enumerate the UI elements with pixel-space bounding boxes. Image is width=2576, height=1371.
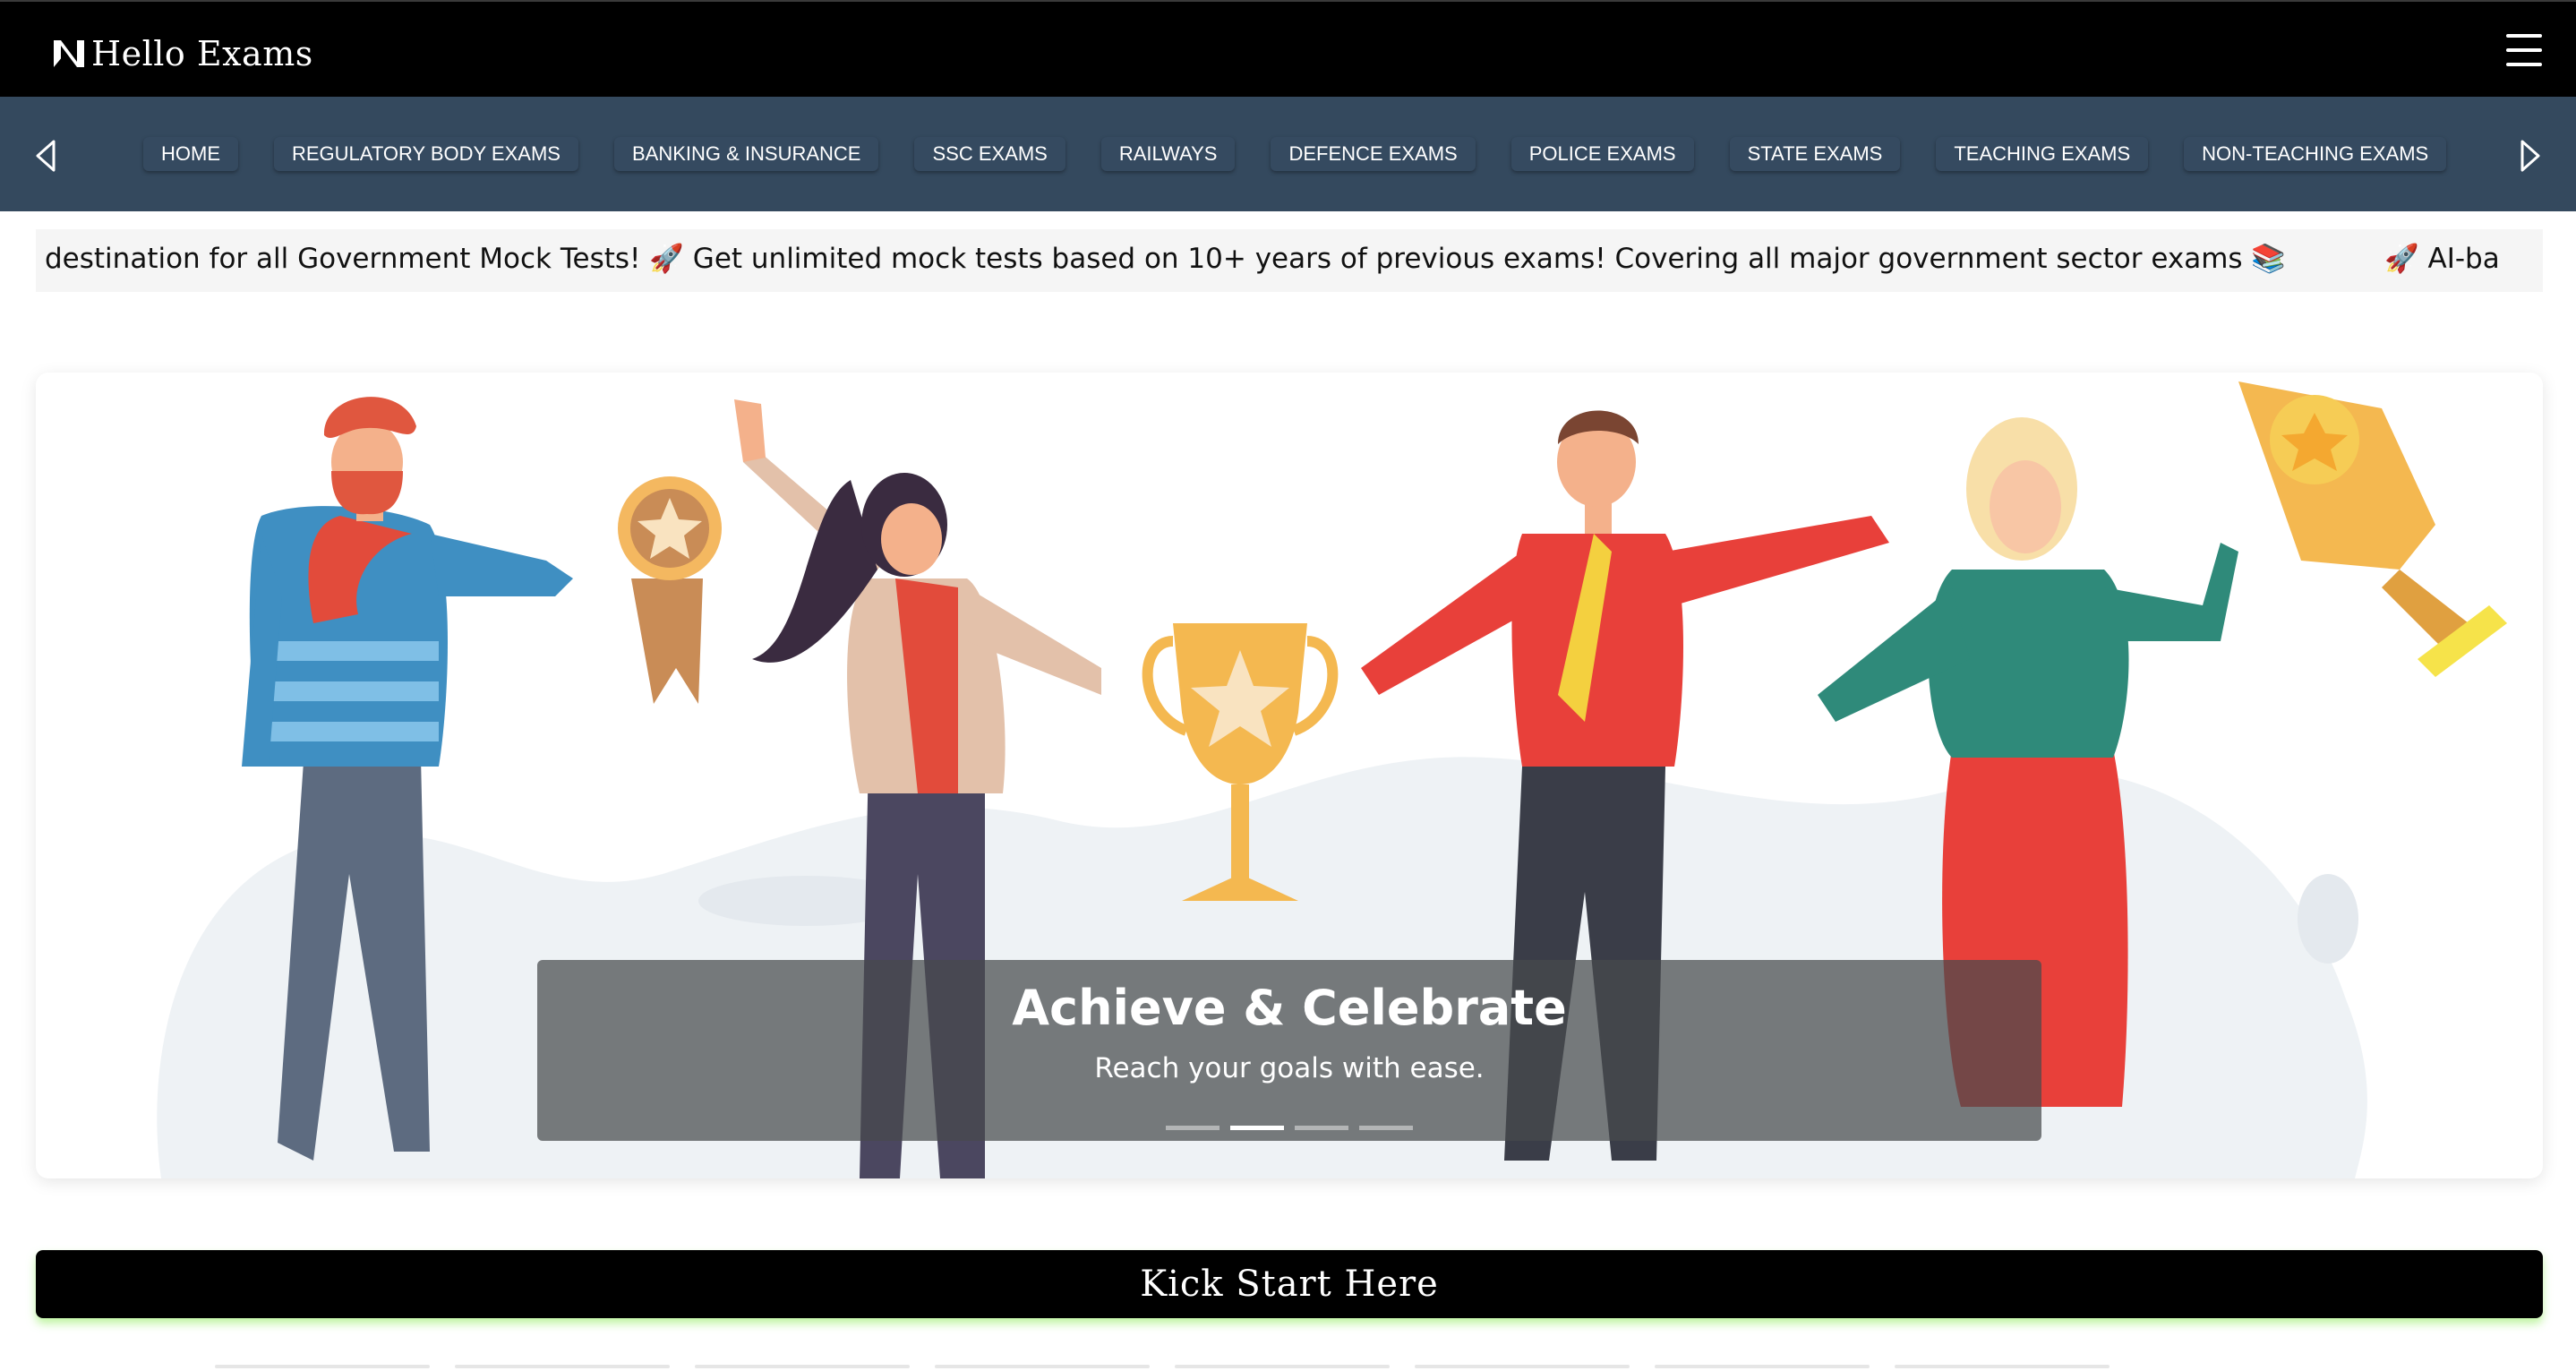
nav-item-home[interactable]: HOME [143, 137, 238, 171]
chevron-left-icon[interactable] [29, 138, 64, 174]
chevron-right-icon[interactable] [2512, 138, 2547, 174]
kick-start-label: Kick Start Here [1140, 1264, 1439, 1305]
carousel-indicator-3[interactable] [1295, 1126, 1348, 1130]
top-header: Hello Exams [0, 0, 2576, 97]
nav-item-non-teaching[interactable]: NON-TEACHING EXAMS [2184, 137, 2447, 171]
hero-carousel[interactable]: Achieve & Celebrate Reach your goals wit… [36, 373, 2543, 1178]
carousel-indicator-1[interactable] [1166, 1126, 1220, 1130]
carousel-indicators [537, 1126, 2041, 1130]
caption-subtitle: Reach your goals with ease. [1094, 1052, 1485, 1084]
nav-item-railways[interactable]: RAILWAYS [1100, 137, 1236, 171]
books-icon: 📚 [2251, 243, 2287, 275]
hamburger-icon[interactable] [2506, 34, 2542, 66]
nav-item-regulatory[interactable]: REGULATORY BODY EXAMS [274, 137, 578, 171]
category-list: HOME REGULATORY BODY EXAMS BANKING & INS… [143, 97, 2447, 211]
carousel-caption: Achieve & Celebrate Reach your goals wit… [537, 960, 2041, 1141]
carousel-indicator-2[interactable] [1230, 1126, 1284, 1130]
carousel-indicator-4[interactable] [1359, 1126, 1413, 1130]
caption-title: Achieve & Celebrate [1012, 980, 1567, 1036]
brand-name: Hello Exams [91, 34, 313, 73]
nav-item-banking[interactable]: BANKING & INSURANCE [613, 137, 879, 171]
marquee-text: destination for all Government Mock Test… [45, 243, 2500, 275]
brand-link[interactable]: Hello Exams [52, 29, 313, 79]
nav-item-teaching[interactable]: TEACHING EXAMS [1936, 137, 2149, 171]
kick-start-button[interactable]: Kick Start Here [36, 1250, 2543, 1318]
nav-item-police[interactable]: POLICE EXAMS [1511, 137, 1694, 171]
nav-item-ssc[interactable]: SSC EXAMS [914, 137, 1065, 171]
section-tabs-preview [215, 1365, 2110, 1368]
category-nav: HOME REGULATORY BODY EXAMS BANKING & INS… [0, 97, 2576, 211]
rocket-icon: 🚀 [649, 243, 684, 275]
nav-item-defence[interactable]: DEFENCE EXAMS [1271, 137, 1476, 171]
announcement-marquee: destination for all Government Mock Test… [36, 229, 2543, 292]
nav-item-state[interactable]: STATE EXAMS [1729, 137, 1901, 171]
n-logo-icon [54, 40, 84, 67]
rocket-icon-2: 🚀 [2384, 243, 2419, 275]
